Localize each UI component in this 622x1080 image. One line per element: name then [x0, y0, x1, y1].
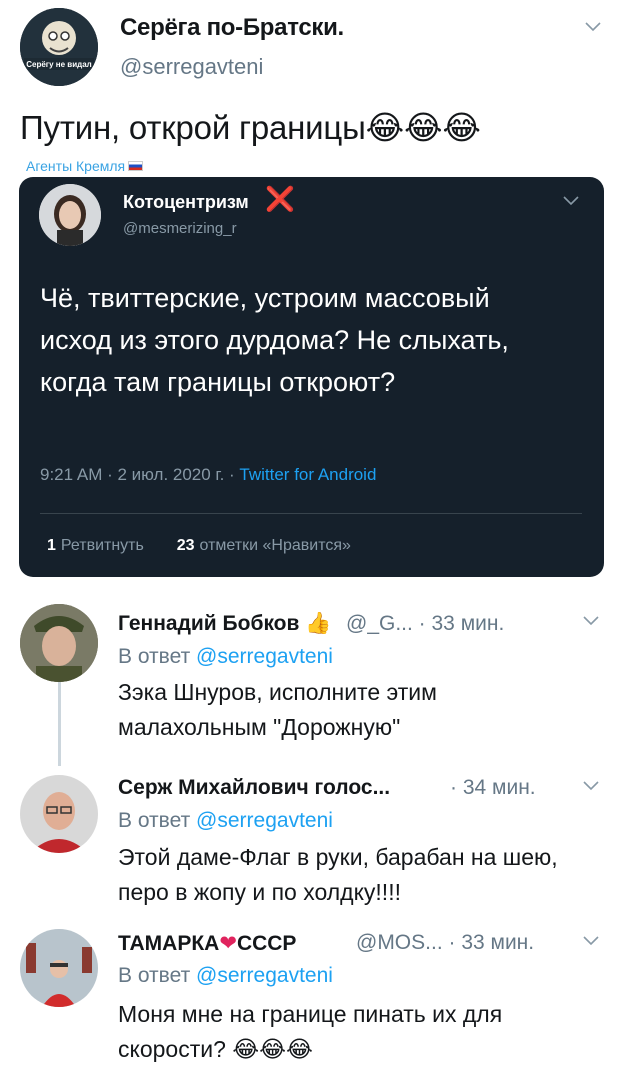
reply-context: В ответ @serregavteni — [118, 809, 333, 833]
reply-text: Моня мне на границе пинать их для скорос… — [118, 997, 578, 1067]
likes-label: отметки «Нравится» — [199, 537, 351, 554]
reply-author-name[interactable]: ТАМАРКА❤СССР — [118, 931, 296, 956]
reply-avatar[interactable] — [20, 929, 98, 1007]
author-avatar[interactable]: Серёгу не видал — [20, 8, 98, 86]
retweets-count: 1 — [47, 537, 56, 554]
heart-icon: ❤ — [219, 932, 237, 955]
reply-handle-time[interactable]: @MOS... · 33 мин. — [356, 931, 534, 955]
likes-count: 23 — [176, 537, 195, 554]
reply-context: В ответ @serregavteni — [118, 964, 333, 988]
tweet-text-body: Путин, открой границы — [20, 109, 366, 146]
chevron-down-icon[interactable] — [585, 22, 601, 32]
cross-mark-icon: ❌ — [265, 186, 295, 213]
reply-author-name-text: ТАМАРКА — [118, 932, 220, 955]
quoted-tweet-source[interactable]: Twitter for Android — [239, 465, 376, 484]
quoted-author-name[interactable]: Котоцентризм — [123, 192, 249, 213]
reply-author-name[interactable]: Серж Михайлович голос... — [118, 776, 390, 800]
reply-handle-time[interactable]: @_G... · 33 мин. — [346, 612, 504, 636]
reply-text: Этой даме-Флаг в руки, барабан на шею, п… — [118, 844, 558, 905]
quoted-tweet-stats: 1 Ретвитнуть 23 отметки «Нравится» — [47, 537, 351, 555]
quoted-tweet-card[interactable]: Котоцентризм ❌ @mesmerizing_r Чё, твитте… — [19, 177, 604, 577]
reply-avatar[interactable] — [20, 775, 98, 853]
author-name[interactable]: Серёга по-Братски. — [120, 14, 344, 42]
thumbs-up-icon: 👍 — [305, 612, 332, 635]
quoted-tweet-meta: 9:21 AM · 2 июл. 2020 г. · Twitter for A… — [40, 465, 376, 485]
laughing-emoji-icon: 😂😂😂 — [365, 109, 481, 146]
reply-avatar[interactable] — [20, 604, 98, 682]
laughing-emoji-icon: 😂😂😂 — [232, 1036, 313, 1062]
chevron-down-icon[interactable] — [563, 196, 579, 206]
chevron-down-icon[interactable] — [583, 781, 599, 791]
reply-mention-link[interactable]: @serregavteni — [196, 964, 333, 987]
likes-stat[interactable]: 23 отметки «Нравится» — [177, 537, 351, 554]
reply-context: В ответ @serregavteni — [118, 645, 333, 669]
russia-flag-icon — [128, 161, 144, 171]
quoted-tweet-text: Чё, твиттерские, устроим массовый исход … — [40, 283, 509, 397]
account-label[interactable]: Агенты Кремля — [26, 158, 144, 174]
reply-author-name-text: Геннадий Бобков — [118, 612, 300, 635]
reply-text: Зэка Шнуров, исполните этим малахольным … — [118, 679, 437, 740]
reply-author-name-text: СССР — [236, 932, 297, 955]
reply-author-name[interactable]: Геннадий Бобков 👍 — [118, 612, 331, 636]
quoted-tweet-timestamp[interactable]: 9:21 AM · 2 июл. 2020 г. · — [40, 465, 239, 484]
thread-line — [58, 682, 61, 766]
author-handle[interactable]: @serregavteni — [120, 54, 263, 80]
chevron-down-icon[interactable] — [583, 616, 599, 626]
avatar-caption: Серёгу не видал — [26, 60, 92, 69]
reply-context-prefix: В ответ — [118, 964, 197, 987]
reply-context-prefix: В ответ — [118, 809, 197, 832]
divider — [40, 513, 582, 514]
account-label-text: Агенты Кремля — [26, 158, 126, 174]
retweets-label: Ретвитнуть — [60, 537, 144, 554]
quoted-author-avatar[interactable] — [39, 184, 101, 246]
reply-mention-link[interactable]: @serregavteni — [196, 809, 333, 832]
reply-context-prefix: В ответ — [118, 645, 197, 668]
tweet-text: Путин, открой границы😂😂😂 — [20, 108, 481, 147]
chevron-down-icon[interactable] — [583, 936, 599, 946]
reply-mention-link[interactable]: @serregavteni — [196, 645, 333, 668]
quoted-author-handle[interactable]: @mesmerizing_r — [123, 220, 237, 237]
reply-handle-time[interactable]: · 34 мин. — [450, 776, 536, 800]
retweets-stat[interactable]: 1 Ретвитнуть — [47, 537, 144, 554]
